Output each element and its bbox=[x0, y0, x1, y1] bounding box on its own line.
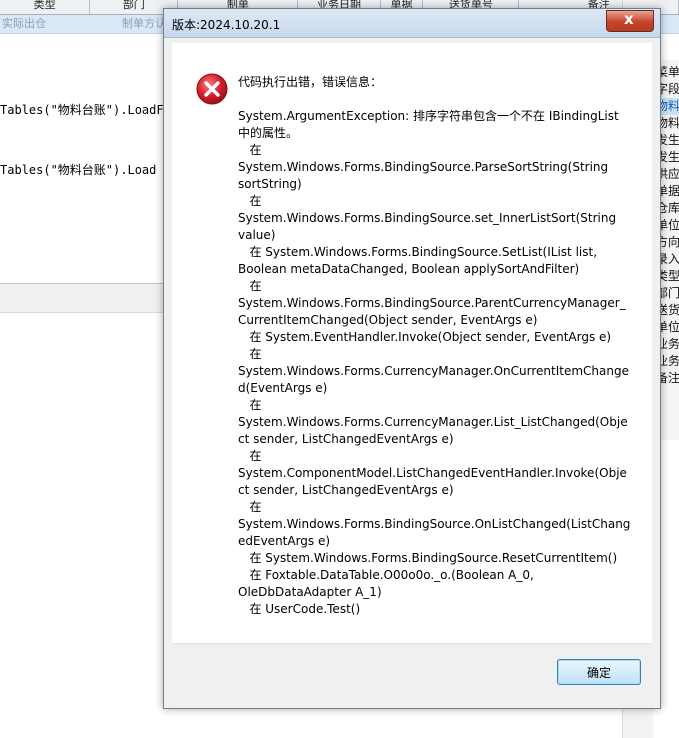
error-line: 在 bbox=[238, 194, 262, 208]
error-line: 在 bbox=[238, 143, 262, 157]
error-line: System.ArgumentException: 排序字符串包含一个不在 IB… bbox=[238, 109, 619, 123]
error-line: System.ComponentModel.ListChangedEventHa… bbox=[238, 466, 627, 480]
error-dialog: 版本:2024.10.20.1 x 代码执行出错，错误信息： System.Ar… bbox=[163, 8, 661, 709]
error-line: 在 bbox=[238, 279, 262, 293]
error-line: 在 System.Windows.Forms.BindingSource.Res… bbox=[238, 551, 618, 565]
dialog-footer: 确定 bbox=[172, 643, 652, 701]
splitter-bar[interactable] bbox=[0, 283, 170, 313]
error-heading: 代码执行出错，错误信息： bbox=[238, 75, 383, 89]
error-line: CurrentItemChanged(Object sender, EventA… bbox=[238, 313, 538, 327]
code-line: Tables("物料台账").LoadF bbox=[0, 103, 164, 117]
error-line: System.Windows.Forms.BindingSource.Parse… bbox=[238, 160, 609, 174]
error-line: ct sender, ListChangedEventArgs e) bbox=[238, 483, 454, 497]
error-line: OleDbDataAdapter A_1) bbox=[238, 585, 382, 599]
column-header[interactable]: 类型 bbox=[0, 0, 91, 14]
dialog-body: 代码执行出错，错误信息： System.ArgumentException: 排… bbox=[172, 43, 652, 701]
close-button[interactable]: x bbox=[606, 10, 654, 32]
error-line: ct sender, ListChangedEventArgs e) bbox=[238, 432, 454, 446]
error-line: 中的属性。 bbox=[238, 126, 299, 140]
error-line: 在 System.Windows.Forms.BindingSource.Set… bbox=[238, 245, 598, 259]
error-line: edEventArgs e) bbox=[238, 534, 331, 548]
code-line: Tables("物料台账").Load bbox=[0, 163, 157, 177]
error-line: System.Windows.Forms.BindingSource.set_I… bbox=[238, 211, 617, 225]
grid-cell: 制单方认 bbox=[122, 17, 166, 30]
error-line: 在 System.EventHandler.Invoke(Object send… bbox=[238, 330, 612, 344]
error-line: System.Windows.Forms.BindingSource.OnLis… bbox=[238, 517, 631, 531]
error-line: 在 bbox=[238, 398, 262, 412]
error-line: value) bbox=[238, 228, 276, 242]
error-message: System.ArgumentException: 排序字符串包含一个不在 IB… bbox=[238, 108, 631, 618]
error-line: System.Windows.Forms.CurrencyManager.OnC… bbox=[238, 364, 629, 378]
dialog-titlebar[interactable]: 版本:2024.10.20.1 x bbox=[164, 9, 660, 38]
ok-button[interactable]: 确定 bbox=[557, 659, 641, 685]
error-line: d(EventArgs e) bbox=[238, 381, 328, 395]
error-line: System.Windows.Forms.CurrencyManager.Lis… bbox=[238, 415, 628, 429]
grid-cell: 实际出仓 bbox=[2, 17, 46, 30]
error-line: Boolean metaDataChanged, Boolean applySo… bbox=[238, 262, 580, 276]
error-line: 在 bbox=[238, 347, 262, 361]
code-editor[interactable]: Tables("物料台账").LoadF Tables("物料台账").Load bbox=[0, 60, 180, 200]
error-line: 在 bbox=[238, 449, 262, 463]
error-line: 在 Foxtable.DataTable.O00o0o._o.(Boolean … bbox=[238, 568, 534, 582]
error-line: sortString) bbox=[238, 177, 302, 191]
error-line: System.Windows.Forms.BindingSource.Paren… bbox=[238, 296, 626, 310]
close-icon: x bbox=[624, 10, 634, 28]
error-line: 在 bbox=[238, 500, 262, 514]
dialog-title: 版本:2024.10.20.1 bbox=[172, 18, 281, 32]
error-circle-x-icon bbox=[196, 73, 228, 105]
error-line: 在 UserCode.Test() bbox=[238, 602, 361, 616]
